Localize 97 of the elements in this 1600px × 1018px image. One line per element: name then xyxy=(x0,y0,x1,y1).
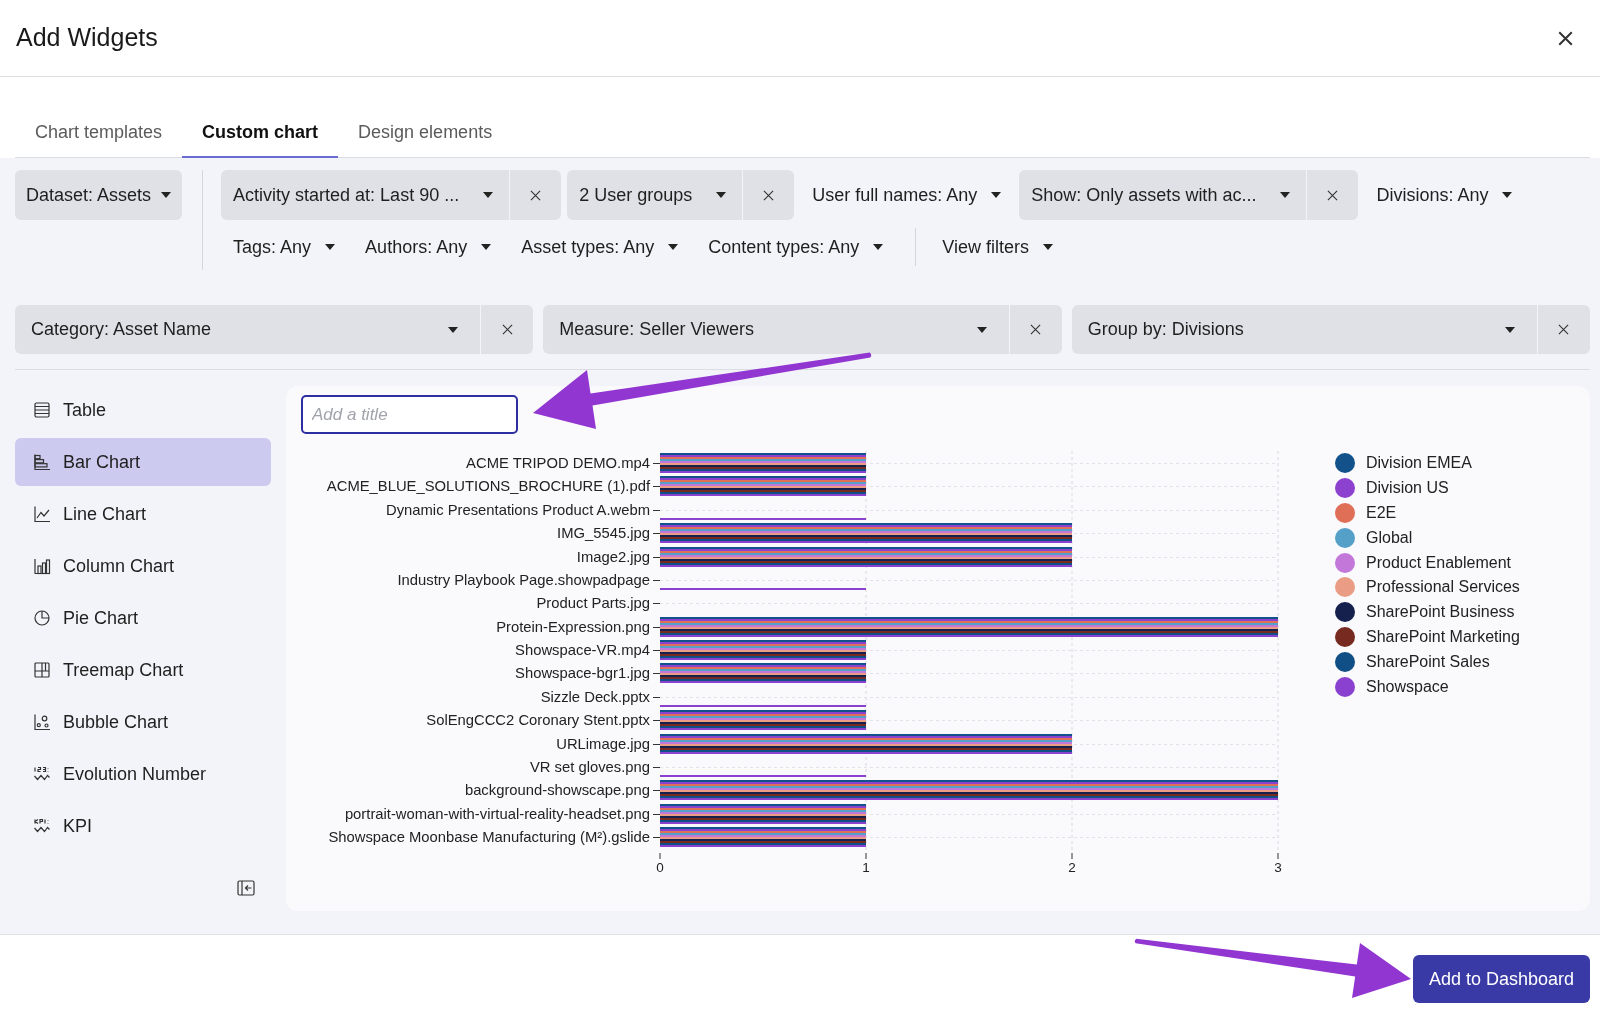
title-input[interactable]: Add a title xyxy=(301,395,518,434)
filter-dropdown[interactable]: Activity started at: Last 90 ... xyxy=(221,170,510,220)
tab[interactable]: Chart templates xyxy=(15,108,183,158)
close-icon xyxy=(1558,324,1570,335)
clear-button[interactable] xyxy=(481,305,534,354)
clear-filter-button[interactable] xyxy=(1307,170,1359,220)
category-label: Dynamic Presentations Product A.webm xyxy=(386,502,650,518)
caret-icon xyxy=(668,244,679,250)
axis-tick-label: 0 xyxy=(656,860,664,875)
legend-label: Showspace xyxy=(1366,676,1449,697)
dataset-dropdown[interactable]: Dataset: Assets xyxy=(15,170,183,220)
column-chart-icon xyxy=(33,557,51,575)
caret-icon xyxy=(976,326,987,333)
sidebar-item[interactable]: Line Chart xyxy=(15,490,271,538)
caret-icon xyxy=(1280,192,1291,198)
caret-icon xyxy=(325,244,336,250)
category-label: Industry Playbook Page.showpadpage xyxy=(397,572,650,588)
clear-button[interactable] xyxy=(1009,305,1062,354)
treemap-icon xyxy=(33,661,51,679)
sidebar-item[interactable]: KPI xyxy=(15,802,271,850)
clear-button[interactable] xyxy=(1538,305,1590,354)
filter-dropdown[interactable]: Tags: Any xyxy=(221,227,348,267)
collapse-panel-icon xyxy=(237,879,255,897)
filter-dropdown[interactable]: Content types: Any xyxy=(696,227,896,267)
caret-icon xyxy=(483,192,494,198)
sidebar-item[interactable]: Column Chart xyxy=(15,542,271,590)
clear-filter-button[interactable] xyxy=(743,170,795,220)
close-icon xyxy=(1030,324,1042,335)
caret-icon xyxy=(716,192,727,198)
filter-dropdown[interactable]: 2 User groups xyxy=(567,170,743,220)
category-label: Showspace Moonbase Manufacturing (M²).gslide xyxy=(328,829,650,845)
collapse-button[interactable] xyxy=(237,879,255,897)
config-dropdown[interactable]: Measure: Seller Viewers xyxy=(543,305,1009,354)
line-chart-icon xyxy=(33,505,51,523)
category-label: Protein-Expression.png xyxy=(496,619,650,635)
filter-dropdown[interactable]: Show: Only assets with ac... xyxy=(1019,170,1307,220)
close-icon xyxy=(530,189,542,201)
config-dropdown[interactable]: Group by: Divisions xyxy=(1071,305,1537,354)
category-label: Showspace-VR.mp4 xyxy=(515,642,650,658)
legend-label: Division US xyxy=(1366,478,1449,499)
trend-icon xyxy=(33,817,51,835)
legend-label: SharePoint Marketing xyxy=(1366,626,1520,647)
add-to-dashboard-button[interactable]: Add to Dashboard xyxy=(1412,955,1590,1003)
category-label: ACME_BLUE_SOLUTIONS_BROCHURE (1).pdf xyxy=(326,478,650,494)
caret-icon xyxy=(991,192,1002,198)
sidebar-item[interactable]: Bar Chart xyxy=(15,438,271,486)
caret-icon xyxy=(1043,244,1054,250)
category-label: Sizzle Deck.pptx xyxy=(540,689,650,705)
view-filters-dropdown[interactable]: View filters xyxy=(930,227,1066,267)
bubble-chart-icon xyxy=(33,713,51,731)
legend-label: Global xyxy=(1366,527,1413,548)
caret-icon xyxy=(161,192,172,198)
legend-label: SharePoint Sales xyxy=(1366,651,1490,672)
trend-icon xyxy=(33,765,51,783)
filter-dropdown[interactable]: Asset types: Any xyxy=(509,227,691,267)
table-icon xyxy=(33,401,51,419)
pie-chart-icon xyxy=(33,609,51,627)
category-label: URLimage.jpg xyxy=(556,736,650,752)
caret-icon xyxy=(448,326,459,333)
close-icon xyxy=(763,189,775,201)
dialog-title: Add Widgets xyxy=(16,22,158,54)
close-icon xyxy=(1557,30,1573,46)
legend-label: Professional Services xyxy=(1366,577,1520,598)
caret-icon xyxy=(1502,192,1513,198)
category-label: background-showscape.png xyxy=(464,782,650,798)
category-label: VR set gloves.png xyxy=(529,759,650,775)
sidebar-item[interactable]: Pie Chart xyxy=(15,594,271,642)
filter-dropdown[interactable]: Authors: Any xyxy=(353,227,504,267)
filter-dropdown[interactable]: User full names: Any xyxy=(800,175,1014,215)
axis-tick-label: 2 xyxy=(1068,860,1076,875)
category-label: ACME TRIPOD DEMO.mp4 xyxy=(466,455,650,471)
tab[interactable]: Design elements xyxy=(338,108,513,158)
axis-tick-label: 1 xyxy=(862,860,870,875)
axis-tick-label: 3 xyxy=(1274,860,1282,875)
legend-label: Product Enablement xyxy=(1366,552,1511,573)
bar-chart-icon xyxy=(33,453,51,471)
category-label: Showspace-bgr1.jpg xyxy=(515,665,650,681)
category-label: SolEngCCC2 Coronary Stent.pptx xyxy=(426,712,650,728)
category-label: Image2.jpg xyxy=(576,549,650,565)
sidebar-item[interactable]: Table xyxy=(15,386,271,434)
category-label: IMG_5545.jpg xyxy=(557,525,650,541)
legend-label: E2E xyxy=(1366,503,1397,523)
category-label: Product Parts.jpg xyxy=(536,595,650,611)
sidebar-item[interactable]: Treemap Chart xyxy=(15,646,271,694)
caret-icon xyxy=(481,244,492,250)
sidebar-item[interactable]: Evolution Number xyxy=(15,750,271,798)
close-icon xyxy=(501,324,513,335)
close-icon xyxy=(1327,189,1339,201)
category-label: portrait-woman-with-virtual-reality-headset.png xyxy=(344,806,650,822)
config-dropdown[interactable]: Category: Asset Name xyxy=(15,305,481,354)
caret-icon xyxy=(873,244,884,250)
filter-dropdown[interactable]: Divisions: Any xyxy=(1364,175,1525,215)
sidebar-item[interactable]: Bubble Chart xyxy=(15,698,271,746)
clear-filter-button[interactable] xyxy=(510,170,562,220)
legend-label: SharePoint Business xyxy=(1366,602,1515,623)
legend-label: Division EMEA xyxy=(1366,453,1472,474)
caret-icon xyxy=(1505,326,1515,333)
